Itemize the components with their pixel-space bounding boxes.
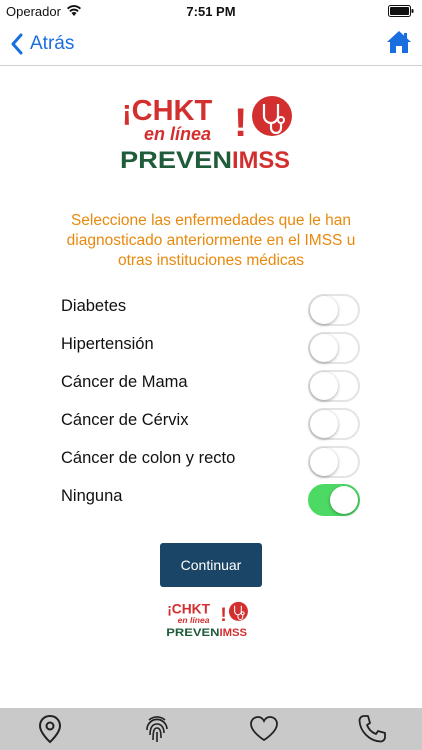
chkt-logo-small: ¡CHKT en línea ! PREVEN IMSS [166, 601, 248, 638]
disease-row-ninguna: Ninguna [0, 480, 422, 518]
disease-label: Ninguna [61, 487, 123, 505]
disease-label: Cáncer de Cérvix [61, 411, 189, 429]
toggle-knob [330, 486, 358, 514]
instruction-text: Seleccione las enfermedades que le han d… [66, 212, 356, 269]
continue-button[interactable]: Continuar [160, 543, 262, 587]
ninguna-toggle[interactable] [308, 484, 360, 516]
disease-label: Diabetes [61, 297, 127, 315]
disease-label: Cáncer de Mama [61, 373, 188, 391]
disease-row-cancer-mama: Cáncer de Mama [0, 366, 422, 404]
toggle-knob [310, 334, 338, 362]
toggle-knob [310, 372, 338, 400]
svg-text:PREVEN: PREVEN [166, 627, 219, 638]
status-bar: Operador 7:51 PM [0, 0, 422, 22]
back-label: Atrás [30, 33, 75, 54]
fingerprint-icon[interactable] [141, 713, 173, 745]
hipertension-toggle[interactable] [308, 332, 360, 364]
back-button[interactable]: Atrás [10, 30, 74, 58]
svg-text:IMSS: IMSS [219, 627, 247, 638]
disease-row-cancer-colon: Cáncer de colon y recto [0, 442, 422, 480]
tab-bar [0, 708, 422, 750]
chkt-logo: ¡CHKT en línea ! PREVEN IMSS [120, 95, 292, 172]
svg-text:!: ! [220, 605, 226, 626]
heart-icon[interactable] [248, 713, 280, 745]
toggle-knob [310, 296, 338, 324]
disease-row-diabetes: Diabetes [0, 290, 422, 328]
svg-text:IMSS: IMSS [232, 147, 290, 172]
svg-text:¡CHKT: ¡CHKT [167, 601, 210, 616]
cancer-cervix-toggle[interactable] [308, 408, 360, 440]
navigation-bar: Atrás [0, 22, 422, 66]
cancer-mama-toggle[interactable] [308, 370, 360, 402]
toggle-knob [310, 448, 338, 476]
disease-label: Cáncer de colon y recto [61, 449, 236, 467]
svg-text:!: ! [234, 101, 247, 145]
disease-row-cancer-cervix: Cáncer de Cérvix [0, 404, 422, 442]
home-icon[interactable] [386, 30, 412, 54]
battery-icon [388, 5, 414, 17]
toggle-knob [310, 410, 338, 438]
phone-icon[interactable] [356, 713, 388, 745]
chevron-left-icon [11, 33, 23, 55]
disease-label: Hipertensión [61, 335, 154, 353]
svg-text:¡CHKT: ¡CHKT [122, 95, 212, 127]
svg-text:en línea: en línea [144, 124, 211, 144]
location-pin-icon[interactable] [34, 713, 66, 745]
svg-text:PREVEN: PREVEN [120, 147, 232, 172]
svg-text:en línea: en línea [178, 615, 210, 625]
diabetes-toggle[interactable] [308, 294, 360, 326]
status-time: 7:51 PM [186, 4, 236, 19]
cancer-colon-toggle[interactable] [308, 446, 360, 478]
disease-row-hipertension: Hipertensión [0, 328, 422, 366]
